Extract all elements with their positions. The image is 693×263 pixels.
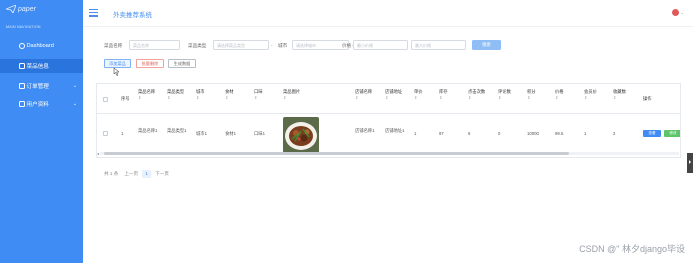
- page-number-button[interactable]: 1: [142, 170, 152, 178]
- cell-points: 10000: [527, 131, 539, 136]
- cell-stock: 97: [439, 131, 444, 136]
- dish-icon: [19, 63, 25, 69]
- sidebar: paper MAIN NAVIGATION Dashboard 菜品信息 订单管…: [0, 0, 83, 263]
- dish-name-label: 菜品名称: [104, 43, 123, 48]
- sidebar-item-label: Dashboard: [26, 43, 54, 49]
- column-header[interactable]: 食材 ⇕: [225, 89, 234, 101]
- mouse-cursor-icon: [113, 67, 120, 76]
- dashboard-icon: [19, 43, 25, 49]
- edit-button[interactable]: 修改: [664, 130, 680, 137]
- column-header[interactable]: 店铺地址 ⇕: [385, 89, 402, 101]
- view-button[interactable]: 查看: [643, 130, 661, 137]
- search-form: 菜品名称 菜品名称 菜品类型 请选择菜品类型 ⌄ 城市 请选择城市 ⌄ 价格 最…: [96, 37, 681, 57]
- column-header[interactable]: 积分 ⇕: [527, 89, 536, 101]
- scroll-left-icon[interactable]: ◂: [97, 151, 99, 156]
- cell-clicks: 6: [468, 131, 471, 136]
- column-header[interactable]: 店铺名称 ⇕: [355, 89, 372, 101]
- side-panel-toggle[interactable]: [687, 153, 693, 173]
- city-select[interactable]: 请选择城市: [292, 40, 349, 50]
- cell-city: 城市1: [196, 131, 207, 136]
- column-header: 操作: [643, 96, 652, 101]
- cell-dish-name: 菜品名称1: [138, 128, 158, 133]
- horizontal-scrollbar[interactable]: ◂ ▸: [97, 151, 681, 156]
- table-row: 1 菜品名称1 菜品类型1 城市1 食材1 口味1 店铺名称1 店铺地址1 1 …: [97, 114, 680, 154]
- dish-table: 序号 菜品名称 ⇕ 菜品类型 ⇕ 城市 ⇕ 食材 ⇕ 口味 ⇕ 菜品图片 ⇕ 店铺名称 ⇕ 店…: [96, 83, 681, 158]
- select-all-checkbox[interactable]: [103, 97, 108, 102]
- column-header[interactable]: 菜品图片 ⇕: [283, 89, 300, 101]
- column-header[interactable]: 序号: [121, 96, 130, 102]
- cell-flavor: 口味1: [254, 131, 265, 136]
- sidebar-item-dishes[interactable]: 菜品信息: [0, 59, 83, 73]
- logo-text: paper: [18, 5, 36, 13]
- chevron-down-icon: ⌄: [72, 101, 77, 107]
- page-title: 外卖推荐系统: [113, 12, 152, 19]
- watermark: CSDN @" 林夕django毕设: [579, 244, 685, 254]
- sidebar-item-label: 用户资料: [26, 102, 49, 108]
- pagination: 共 1 条 上一页 1 下一页: [104, 170, 169, 178]
- sidebar-item-label: 订单管理: [26, 84, 49, 90]
- sidebar-item-dashboard[interactable]: Dashboard: [0, 39, 83, 53]
- total-count: 共 1 条: [104, 171, 119, 176]
- cell-favorites: 2: [613, 131, 616, 136]
- dish-type-label: 菜品类型: [188, 43, 207, 48]
- price-max-input[interactable]: 最大价格: [411, 40, 466, 50]
- app-logo[interactable]: paper: [6, 5, 36, 13]
- column-header[interactable]: 菜品名称 ⇕: [138, 89, 155, 101]
- nav-header: MAIN NAVIGATION: [6, 25, 41, 29]
- scrollbar-thumb[interactable]: [104, 152, 569, 155]
- dish-image: [283, 117, 319, 153]
- cell-price: 99.5: [555, 131, 564, 136]
- prev-page-button[interactable]: 上一页: [124, 171, 138, 177]
- dish-type-select[interactable]: 请选择菜品类型: [213, 40, 269, 50]
- user-avatar-icon[interactable]: [672, 9, 679, 16]
- sidebar-item-users[interactable]: 用户资料 ⌄: [0, 97, 83, 111]
- cell-shop-address: 店铺地址1: [385, 128, 405, 133]
- chevron-down-icon[interactable]: ⌄: [681, 10, 684, 15]
- column-header[interactable]: 城市 ⇕: [196, 89, 205, 101]
- table-header: 序号 菜品名称 ⇕ 菜品类型 ⇕ 城市 ⇕ 食材 ⇕ 口味 ⇕ 菜品图片 ⇕ 店铺名称 ⇕ 店…: [97, 84, 680, 114]
- cell-comments: 0: [498, 131, 501, 136]
- next-page-button[interactable]: 下一页: [155, 171, 169, 177]
- cell-ingredients: 食材1: [225, 131, 236, 136]
- price-min-input[interactable]: 最小价格: [353, 40, 408, 50]
- batch-delete-button[interactable]: 批量删除: [136, 59, 164, 68]
- city-label: 城市: [278, 43, 288, 48]
- column-header[interactable]: 菜品类型 ⇕: [167, 89, 184, 101]
- column-header[interactable]: 口味 ⇕: [254, 89, 263, 101]
- column-header[interactable]: 点击次数 ⇕: [468, 89, 485, 101]
- row-checkbox[interactable]: [103, 131, 108, 136]
- dish-name-input[interactable]: 菜品名称: [129, 40, 180, 50]
- search-button[interactable]: 搜索: [472, 40, 501, 50]
- price-label: 价格: [342, 43, 352, 48]
- cell-shop-name: 店铺名称1: [355, 128, 375, 133]
- cell-member-price: 1: [584, 131, 587, 136]
- column-header[interactable]: 单价 ⇕: [414, 89, 423, 101]
- generate-data-button[interactable]: 生成数据: [168, 59, 196, 68]
- column-header[interactable]: 价格 ⇕: [555, 89, 564, 101]
- column-header[interactable]: 收藏数 ⇕: [613, 89, 626, 101]
- chevron-down-icon: ⌄: [72, 83, 77, 89]
- scroll-right-icon[interactable]: ▸: [680, 151, 681, 156]
- cell-dish-type: 菜品类型1: [167, 128, 187, 133]
- orders-icon: [19, 83, 25, 89]
- user-profile-icon: [19, 101, 25, 107]
- column-header[interactable]: 评论数 ⇕: [498, 89, 511, 101]
- column-header[interactable]: 库存 ⇕: [439, 89, 448, 101]
- cell-index: 1: [121, 131, 124, 136]
- sidebar-item-label: 菜品信息: [26, 64, 49, 70]
- column-header[interactable]: 会员价 ⇕: [584, 89, 597, 101]
- top-bar: 外卖推荐系统 ⌄: [83, 0, 693, 27]
- paper-plane-icon: [6, 5, 16, 13]
- sidebar-item-orders[interactable]: 订单管理 ⌄: [0, 79, 83, 93]
- menu-toggle-icon[interactable]: [89, 9, 98, 17]
- chevron-down-icon: ⌄: [270, 42, 274, 47]
- cell-unit: 1: [414, 131, 417, 136]
